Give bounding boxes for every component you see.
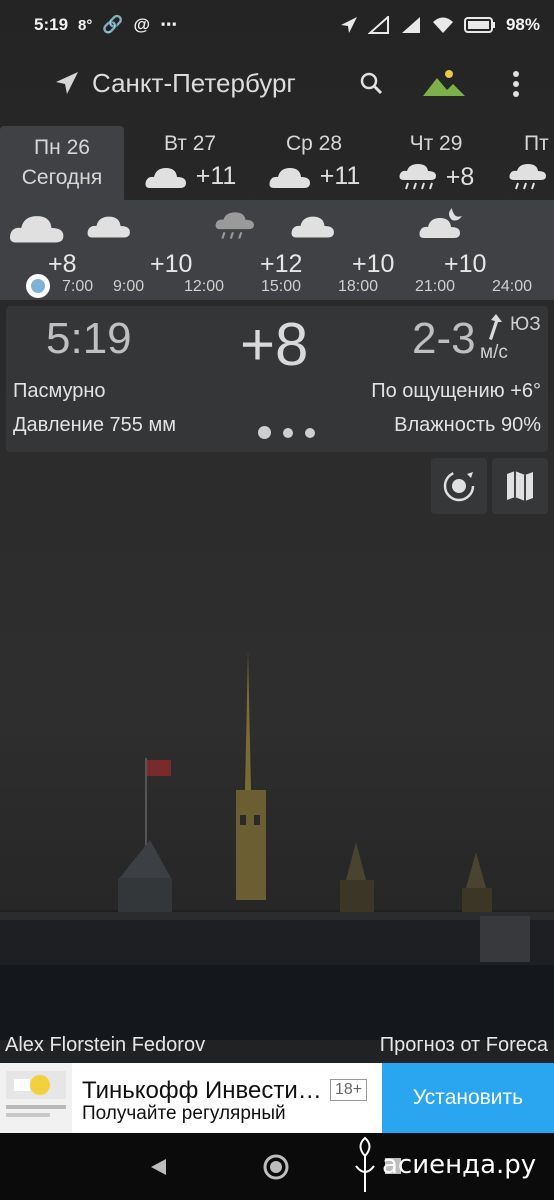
wind-unit: м/с: [480, 342, 508, 363]
day-tab[interactable]: Пт: [504, 126, 554, 200]
fortress-skyline-photo: [0, 650, 554, 1040]
ad-banner[interactable]: Тинькофф Инвести… 18+ Получайте регулярн…: [0, 1063, 554, 1133]
cloud-icon: [87, 216, 130, 238]
rain-cloud-icon: [215, 212, 254, 239]
pressure: Давление 755 мм: [13, 414, 176, 436]
current-conditions-card[interactable]: 5:19 +8 2-3 ЮЗ м/с Пасмурно По ощущению …: [6, 306, 548, 452]
hour-temp: +10: [352, 250, 395, 278]
condition-text: Пасмурно: [13, 380, 106, 402]
hour-label: 15:00: [261, 278, 302, 295]
day-name: Чт 29: [409, 132, 463, 155]
back-icon[interactable]: [148, 1157, 168, 1177]
ad-install-button[interactable]: Установить: [382, 1063, 554, 1133]
night-cloud-icon: [419, 208, 462, 238]
day-name: Вт 27: [163, 132, 217, 155]
status-bar: 5:19 8° 🔗 @ ⋯ 98%: [0, 0, 554, 50]
page-dot: [305, 427, 315, 438]
day-name: Пт: [524, 132, 549, 155]
day-tab[interactable]: Чт 29 +8: [388, 126, 484, 200]
page-dot-active: [258, 426, 271, 439]
battery-percent: 98%: [505, 15, 540, 34]
hour-label: 7:00: [62, 278, 94, 295]
cloud-icon: [291, 216, 334, 238]
current-time: 5:19: [46, 314, 132, 363]
at-icon: @: [133, 15, 151, 34]
day-name: Пн 26: [34, 136, 90, 159]
day-sub: Сегодня: [21, 166, 103, 189]
wind-speed: 2-3: [412, 314, 476, 363]
signal-icon: [367, 16, 389, 34]
day-name: Ср 28: [285, 132, 343, 155]
hour-label: 21:00: [415, 278, 456, 295]
status-temp: 8°: [78, 16, 93, 34]
day-temp: +8: [445, 162, 475, 191]
ad-title: Тинькофф Инвести…: [82, 1077, 322, 1104]
rain-cloud-icon: [399, 164, 436, 190]
current-time-marker: [26, 274, 50, 298]
day-temp: +11: [195, 162, 237, 190]
map-button[interactable]: [492, 458, 548, 514]
battery-icon: [463, 17, 495, 33]
wifi-icon: [432, 17, 453, 33]
day-tab-today[interactable]: Пн 26 Сегодня: [0, 126, 124, 200]
home-icon[interactable]: [262, 1153, 290, 1181]
hour-temp: +8: [48, 250, 77, 278]
forecast-credit[interactable]: Прогноз от Foreca: [380, 1034, 548, 1057]
hour-label: 18:00: [338, 278, 379, 295]
hour-temp: +10: [444, 250, 487, 278]
hour-temp: +12: [260, 250, 303, 278]
rain-cloud-icon: [509, 164, 546, 190]
daily-forecast-strip: Пн 26 Сегодня Вт 27 +11 Ср 28 +11 Чт 29 …: [0, 126, 554, 200]
page-dot: [283, 427, 293, 438]
wind-direction-arrow-icon: [489, 314, 502, 340]
city-name[interactable]: Санкт-Петербург: [92, 68, 296, 99]
day-temp: +11: [319, 162, 361, 190]
hour-label: 24:00: [492, 278, 533, 295]
location-arrow-icon: [340, 17, 357, 33]
watermark-logo-icon: [355, 1136, 375, 1192]
current-temperature: +8: [240, 311, 309, 378]
app-bar: Санкт-Петербург: [0, 58, 554, 110]
overflow-menu-icon[interactable]: [505, 68, 527, 100]
ad-subtitle: Получайте регулярный: [82, 1103, 286, 1124]
cloud-icon: [9, 216, 64, 243]
sun-cycle-icon: [443, 470, 475, 502]
day-tab[interactable]: Ср 28 +11: [258, 126, 370, 200]
photo-credit[interactable]: Alex Florstein Fedorov: [5, 1034, 205, 1057]
ad-age-rating: 18+: [330, 1079, 368, 1101]
cloud-icon: [145, 167, 186, 188]
ad-thumbnail: [0, 1063, 72, 1133]
humidity: Влажность 90%: [394, 414, 541, 436]
hourly-forecast[interactable]: +8 +10 +12 +10 +10 7:00 9:00 12:00 15:00…: [0, 200, 554, 300]
location-arrow-icon[interactable]: [54, 70, 80, 96]
hour-label: 9:00: [113, 278, 145, 295]
cloud-icon: [269, 167, 310, 188]
hour-label: 12:00: [184, 278, 225, 295]
day-tab[interactable]: Вт 27 +11: [134, 126, 246, 200]
signal-icon: [401, 17, 420, 33]
link-icon: 🔗: [102, 15, 124, 34]
page-indicator: [258, 426, 315, 439]
sun-cycle-button[interactable]: [431, 458, 487, 514]
wind-direction: ЮЗ: [510, 314, 541, 335]
status-time: 5:19: [34, 15, 69, 34]
more-dots-icon: ⋯: [160, 15, 178, 34]
watermark-text: асиенда.ру: [382, 1150, 537, 1180]
map-icon: [507, 471, 533, 501]
hour-temp: +10: [150, 250, 193, 278]
search-icon[interactable]: [358, 70, 384, 96]
photo-landscape-icon[interactable]: [421, 68, 467, 100]
feels-like: По ощущению +6°: [371, 380, 541, 402]
